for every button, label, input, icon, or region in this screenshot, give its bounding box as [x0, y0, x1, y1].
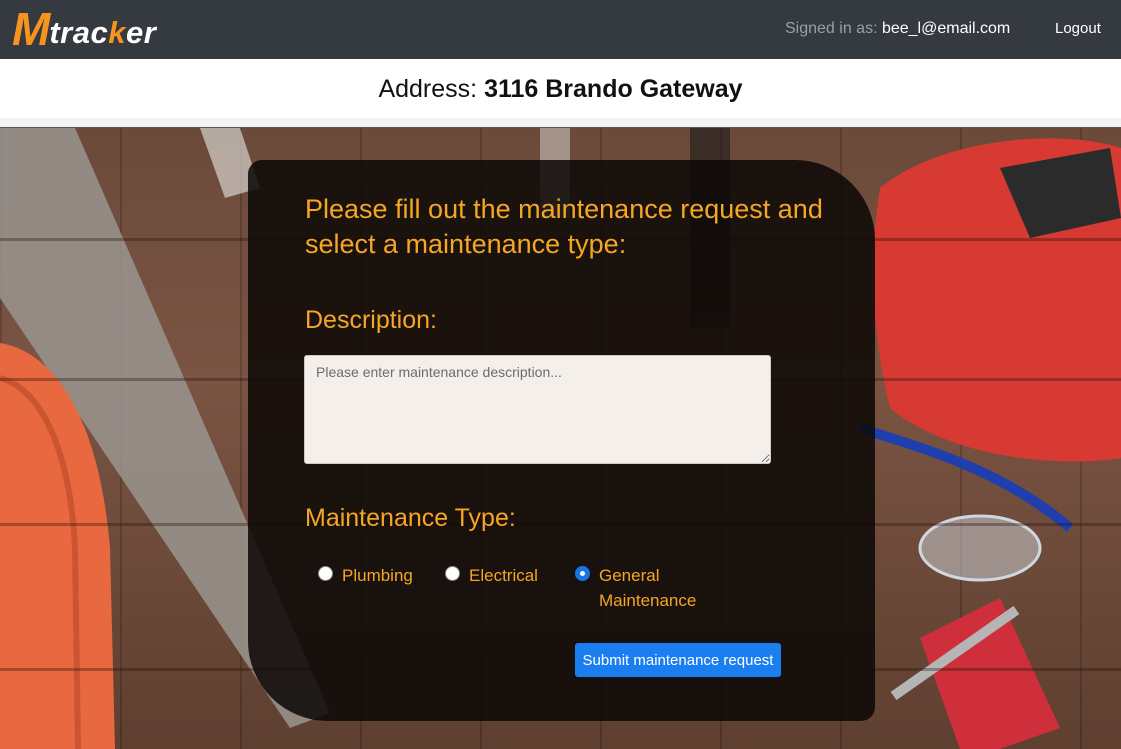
clamp-icon: [920, 598, 1060, 749]
signed-in-email: bee_l@email.com: [881, 20, 1011, 37]
address-label: Address:: [378, 75, 485, 103]
radio-plumbing[interactable]: Plumbing: [318, 563, 413, 588]
radio-label-general-maintenance: General Maintenance: [599, 566, 697, 610]
radio-label-plumbing: Plumbing: [342, 566, 413, 585]
logout-link[interactable]: Logout: [1055, 20, 1101, 37]
logo-wordmark-part-3: er: [125, 15, 157, 50]
top-navbar: M tracker Signed in as: bee_l@email.com …: [0, 0, 1121, 59]
address-header: Address: 3116 Brando Gateway: [0, 59, 1121, 128]
address-divider: [0, 118, 1121, 127]
logo-wordmark-part-2: k: [108, 15, 126, 50]
address-title: Address: 3116 Brando Gateway: [0, 75, 1121, 104]
radio-label-electrical: Electrical: [469, 566, 538, 585]
radio-icon[interactable]: [575, 566, 590, 581]
radio-electrical[interactable]: Electrical: [445, 563, 538, 588]
form-title: Please fill out the maintenance request …: [305, 194, 823, 259]
logo-m-letter: M: [12, 3, 50, 55]
mtracker-logo[interactable]: M tracker: [12, 3, 156, 55]
radio-icon[interactable]: [445, 566, 460, 581]
address-value: 3116 Brando Gateway: [484, 75, 743, 103]
description-label: Description:: [305, 306, 437, 334]
maintenance-type-label: Maintenance Type:: [305, 504, 516, 532]
maintenance-request-card: Please fill out the maintenance request …: [248, 160, 875, 721]
signed-in-label: Signed in as:: [785, 20, 882, 37]
description-textarea[interactable]: [304, 355, 771, 464]
logo-wordmark-part-1: trac: [49, 15, 109, 50]
radio-icon[interactable]: [318, 566, 333, 581]
logo-wordmark: tracker: [49, 17, 156, 48]
signed-in-status: Signed in as: bee_l@email.com: [785, 20, 1010, 38]
submit-maintenance-button[interactable]: Submit maintenance request: [575, 643, 781, 677]
radio-general-maintenance[interactable]: General Maintenance: [575, 563, 709, 613]
